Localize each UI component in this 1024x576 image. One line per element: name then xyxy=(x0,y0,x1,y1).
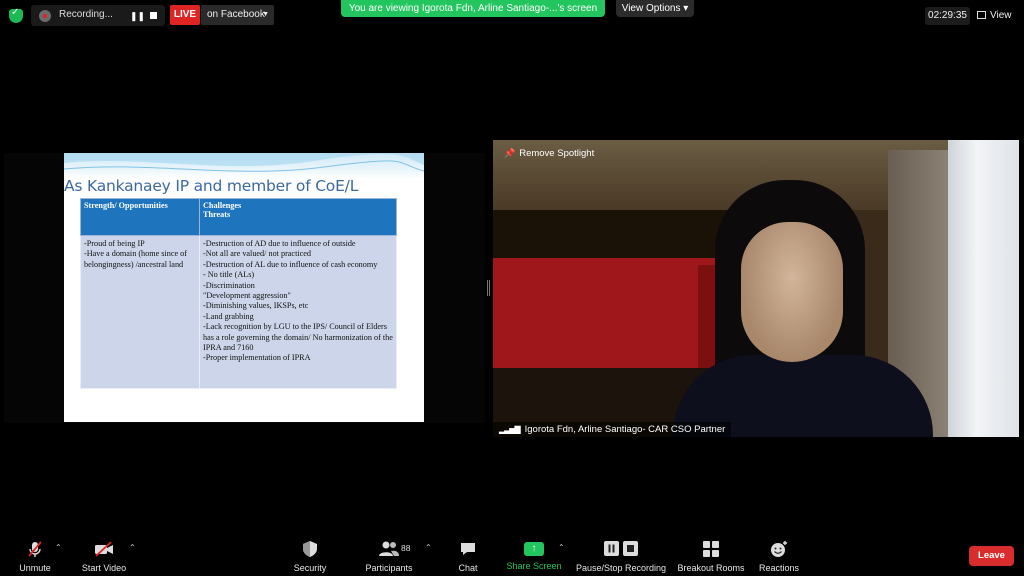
remove-spotlight-label: Remove Spotlight xyxy=(519,148,595,159)
live-badge: LIVE xyxy=(170,5,200,25)
share-screen-label: Share Screen xyxy=(506,561,562,571)
chevron-down-icon: ▼ xyxy=(262,11,269,18)
list-item: -Lack recognition by LGU to the IPS/ Cou… xyxy=(203,322,393,353)
participants-label: Participants xyxy=(365,563,413,573)
list-item: - No title (ALs) xyxy=(203,270,255,280)
recording-label: Recording... xyxy=(59,9,113,20)
slide-header-decoration xyxy=(64,153,424,179)
view-label: View xyxy=(990,10,1012,21)
list-item: -Destruction of AL due to influence of c… xyxy=(203,259,378,269)
microphone-muted-icon xyxy=(14,540,56,558)
signal-strength-icon: ▂▃▅▇ xyxy=(499,425,521,434)
security-label: Security xyxy=(293,563,327,573)
pause-stop-icon xyxy=(575,540,667,558)
list-item: -Proper implementation of IPRA xyxy=(203,353,311,363)
live-stream-label: on Facebook xyxy=(207,9,265,20)
video-camera-off-icon xyxy=(80,540,128,558)
list-item: -Proud of being IP xyxy=(84,239,145,248)
shield-icon xyxy=(290,540,330,558)
video-background-cloth xyxy=(493,258,723,373)
security-button[interactable]: Security xyxy=(290,540,330,573)
live-stream-dropdown[interactable]: on Facebook ▼ xyxy=(201,5,274,25)
split-view-resize-handle[interactable] xyxy=(487,280,490,296)
pin-icon: 📌 xyxy=(504,148,516,158)
participants-options-chevron-icon[interactable]: ⌃ xyxy=(425,543,432,552)
start-video-button[interactable]: Start Video xyxy=(80,540,128,573)
share-options-chevron-icon[interactable]: ⌃ xyxy=(558,543,565,552)
remove-spotlight-button[interactable]: 📌 Remove Spotlight xyxy=(504,148,594,159)
col-header-challenges: Challenges Threats xyxy=(199,198,397,236)
list-item: -Land grabbing xyxy=(203,311,254,321)
list-item: -Have a domain (home since of belongingn… xyxy=(84,249,187,269)
participant-video[interactable] xyxy=(493,140,1019,437)
challenges-cell: -Destruction of AD due to influence of o… xyxy=(199,235,397,389)
list-item: -Discrimination xyxy=(203,280,255,290)
participant-face xyxy=(741,222,843,362)
chat-label: Chat xyxy=(458,563,478,573)
grid-view-icon xyxy=(977,11,986,19)
view-button[interactable]: View xyxy=(977,7,1019,25)
reactions-button[interactable]: Reactions xyxy=(757,540,801,573)
video-options-chevron-icon[interactable]: ⌃ xyxy=(129,543,136,552)
view-options-button[interactable]: View Options ▾ xyxy=(616,0,694,17)
slide-table: Strength/ Opportunities Challenges Threa… xyxy=(80,198,397,389)
unmute-label: Unmute xyxy=(19,563,51,573)
list-item: "Development aggression" xyxy=(203,291,291,301)
slide-title: As Kankanaey IP and member of CoE/L xyxy=(64,177,359,195)
breakout-rooms-button[interactable]: Breakout Rooms xyxy=(676,540,746,573)
col-header-challenges-line1: Challenges xyxy=(203,201,242,210)
share-screen-icon: ↑ xyxy=(524,542,544,556)
unmute-button[interactable]: Unmute xyxy=(14,540,56,573)
viewing-screen-banner: You are viewing Igorota Fdn, Arline Sant… xyxy=(341,0,605,17)
chat-icon xyxy=(453,540,483,558)
col-header-challenges-line2: Threats xyxy=(203,210,231,219)
participants-count: 88 xyxy=(401,543,411,553)
encryption-shield-icon[interactable] xyxy=(9,7,23,23)
recording-cloud-icon xyxy=(39,10,51,22)
strengths-cell: -Proud of being IP -Have a domain (home … xyxy=(80,235,200,389)
pause-stop-recording-label: Pause/Stop Recording xyxy=(575,563,667,573)
pause-stop-recording-button[interactable]: Pause/Stop Recording xyxy=(575,540,667,573)
breakout-rooms-icon xyxy=(676,540,746,558)
list-item: -Not all are valued/ not practiced xyxy=(203,249,311,259)
video-background-curtain xyxy=(948,140,1019,437)
smiley-plus-icon xyxy=(757,540,801,558)
participant-name-tag: ▂▃▅▇ Igorota Fdn, Arline Santiago- CAR CS… xyxy=(493,422,732,437)
breakout-rooms-label: Breakout Rooms xyxy=(677,563,745,573)
start-video-label: Start Video xyxy=(81,563,127,573)
participant-name: Igorota Fdn, Arline Santiago- CAR CSO Pa… xyxy=(524,424,726,435)
chat-button[interactable]: Chat xyxy=(453,540,483,573)
list-item: -Destruction of AD due to influence of o… xyxy=(203,239,356,248)
list-item: -Diminishing values, IKSPs, etc xyxy=(203,301,309,311)
share-screen-button[interactable]: ↑ Share Screen xyxy=(505,540,563,571)
leave-button[interactable]: Leave xyxy=(969,546,1014,566)
pause-recording-icon[interactable]: ❚❚ xyxy=(130,11,145,21)
meeting-timer: 02:29:35 xyxy=(925,7,970,25)
audio-options-chevron-icon[interactable]: ⌃ xyxy=(55,543,62,552)
col-header-strengths: Strength/ Opportunities xyxy=(80,198,200,236)
recording-indicator: Recording... ❚❚ xyxy=(31,5,165,26)
stop-recording-icon[interactable] xyxy=(150,12,157,19)
presentation-slide: As Kankanaey IP and member of CoE/L Stre… xyxy=(64,153,424,422)
reactions-label: Reactions xyxy=(758,563,800,573)
